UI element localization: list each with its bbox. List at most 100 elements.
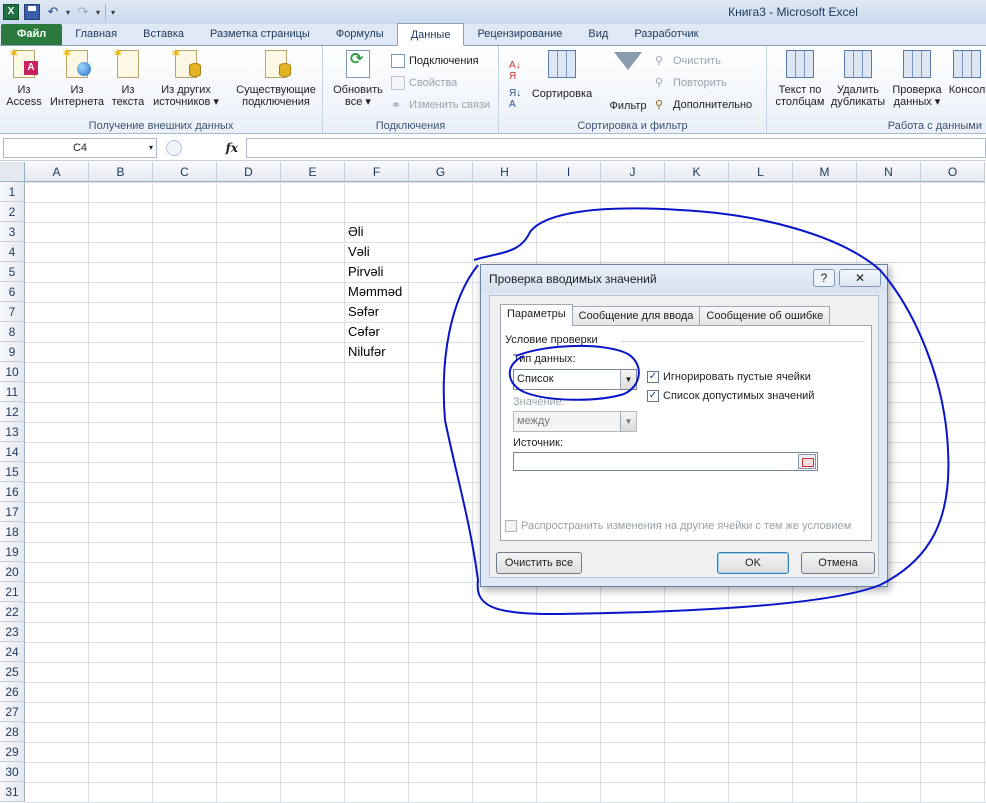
- row-header[interactable]: 10: [0, 362, 25, 382]
- consolidate-button[interactable]: Консол: [947, 50, 986, 96]
- select-all-corner[interactable]: [0, 162, 25, 182]
- column-header[interactable]: J: [601, 162, 665, 182]
- column-header[interactable]: M: [793, 162, 857, 182]
- cell-f[interactable]: Vəli: [345, 242, 409, 262]
- close-icon[interactable]: ✕: [839, 269, 881, 287]
- row-header[interactable]: 13: [0, 422, 25, 442]
- tab-file[interactable]: Файл: [1, 24, 63, 45]
- row-header[interactable]: 16: [0, 482, 25, 502]
- tab-error-alert[interactable]: Сообщение об ошибке: [699, 306, 831, 326]
- cell-f[interactable]: Məmməd: [345, 282, 409, 302]
- tab-review[interactable]: Рецензирование: [464, 23, 575, 45]
- column-header[interactable]: A: [25, 162, 89, 182]
- cancel-button[interactable]: Отмена: [801, 552, 875, 574]
- tab-insert[interactable]: Вставка: [130, 23, 197, 45]
- row-header[interactable]: 17: [0, 502, 25, 522]
- sort-button[interactable]: Сортировка: [527, 50, 597, 100]
- row-header[interactable]: 5: [0, 262, 25, 282]
- clear-filter-button[interactable]: ⚲ Очистить: [655, 54, 721, 68]
- column-header[interactable]: B: [89, 162, 153, 182]
- column-header[interactable]: C: [153, 162, 217, 182]
- tab-settings[interactable]: Параметры: [500, 304, 573, 326]
- from-text-button[interactable]: ✶ Из текста: [108, 46, 148, 108]
- row-header[interactable]: 3: [0, 222, 25, 242]
- cell-f[interactable]: Pirvəli: [345, 262, 409, 282]
- sort-az-icon[interactable]: A↓ Я: [509, 60, 521, 82]
- cell-f[interactable]: Nilufər: [345, 342, 409, 362]
- tab-view[interactable]: Вид: [575, 23, 621, 45]
- row-header[interactable]: 27: [0, 702, 25, 722]
- row-header[interactable]: 18: [0, 522, 25, 542]
- name-box-dropdown-icon[interactable]: ▾: [149, 139, 153, 157]
- row-header[interactable]: 31: [0, 782, 25, 802]
- apply-to-all-checkbox[interactable]: Распространить изменения на другие ячейк…: [505, 520, 851, 532]
- cell-f[interactable]: Səfər: [345, 302, 409, 322]
- insert-function-icon[interactable]: fx: [226, 141, 238, 155]
- row-header[interactable]: 14: [0, 442, 25, 462]
- from-other-sources-button[interactable]: ✶ Из других источников ▾: [150, 46, 222, 108]
- dialog-title-bar[interactable]: Проверка вводимых значений ? ✕: [481, 265, 887, 293]
- column-header[interactable]: D: [217, 162, 281, 182]
- ok-button[interactable]: OK: [717, 552, 789, 574]
- row-header[interactable]: 28: [0, 722, 25, 742]
- row-header[interactable]: 8: [0, 322, 25, 342]
- tab-formulas[interactable]: Формулы: [323, 23, 397, 45]
- row-header[interactable]: 15: [0, 462, 25, 482]
- chevron-down-icon[interactable]: ▼: [620, 370, 636, 389]
- from-web-button[interactable]: ✶ Из Интернета: [46, 46, 108, 108]
- column-header[interactable]: G: [409, 162, 473, 182]
- row-header[interactable]: 4: [0, 242, 25, 262]
- data-validation-button[interactable]: Проверка данных ▾: [889, 50, 945, 108]
- row-header[interactable]: 2: [0, 202, 25, 222]
- clear-all-button[interactable]: Очистить все: [496, 552, 582, 574]
- row-header[interactable]: 23: [0, 622, 25, 642]
- row-header[interactable]: 1: [0, 182, 25, 202]
- edit-links-button[interactable]: ⚭ Изменить связи: [391, 98, 490, 112]
- cell-f[interactable]: Cəfər: [345, 322, 409, 342]
- row-header[interactable]: 26: [0, 682, 25, 702]
- formula-resize-icon[interactable]: [166, 140, 182, 156]
- tab-input-message[interactable]: Сообщение для ввода: [571, 306, 701, 326]
- chevron-down-icon[interactable]: ▼: [620, 412, 636, 431]
- column-header[interactable]: N: [857, 162, 921, 182]
- existing-connections-button[interactable]: Существующие подключения: [232, 50, 320, 108]
- remove-duplicates-button[interactable]: Удалить дубликаты: [829, 50, 887, 108]
- column-header[interactable]: E: [281, 162, 345, 182]
- checkbox-unchecked[interactable]: [505, 520, 517, 532]
- cell-f[interactable]: Əli: [345, 222, 409, 242]
- from-access-button[interactable]: ✶ A Из Access: [2, 46, 46, 108]
- in-cell-dropdown-checkbox[interactable]: ✓ Список допустимых значений: [647, 390, 814, 402]
- source-input[interactable]: [513, 452, 818, 471]
- row-header[interactable]: 9: [0, 342, 25, 362]
- tab-data[interactable]: Данные: [396, 23, 465, 46]
- help-icon[interactable]: ?: [813, 269, 835, 287]
- row-header[interactable]: 12: [0, 402, 25, 422]
- advanced-filter-button[interactable]: ⚲ Дополнительно: [655, 98, 752, 112]
- data-operator-select[interactable]: между ▼: [513, 411, 637, 432]
- allow-select[interactable]: Список ▼: [513, 369, 637, 390]
- row-header[interactable]: 6: [0, 282, 25, 302]
- refresh-all-button[interactable]: Обновить все ▾: [327, 50, 389, 108]
- range-select-icon[interactable]: [798, 454, 816, 469]
- row-header[interactable]: 25: [0, 662, 25, 682]
- formula-input[interactable]: [246, 138, 986, 158]
- column-header[interactable]: K: [665, 162, 729, 182]
- row-header[interactable]: 22: [0, 602, 25, 622]
- row-header[interactable]: 21: [0, 582, 25, 602]
- column-header[interactable]: I: [537, 162, 601, 182]
- row-header[interactable]: 20: [0, 562, 25, 582]
- tab-developer[interactable]: Разработчик: [621, 23, 711, 45]
- row-header[interactable]: 29: [0, 742, 25, 762]
- ignore-blank-checkbox[interactable]: ✓ Игнорировать пустые ячейки: [647, 371, 811, 383]
- column-header[interactable]: O: [921, 162, 985, 182]
- row-header[interactable]: 11: [0, 382, 25, 402]
- row-header[interactable]: 30: [0, 762, 25, 782]
- column-header[interactable]: H: [473, 162, 537, 182]
- text-to-columns-button[interactable]: Текст по столбцам: [771, 50, 829, 108]
- row-header[interactable]: 19: [0, 542, 25, 562]
- row-header[interactable]: 24: [0, 642, 25, 662]
- reapply-button[interactable]: ⚲ Повторить: [655, 76, 727, 90]
- name-box[interactable]: C4 ▾: [3, 138, 157, 158]
- tab-page-layout[interactable]: Разметка страницы: [197, 23, 323, 45]
- row-header[interactable]: 7: [0, 302, 25, 322]
